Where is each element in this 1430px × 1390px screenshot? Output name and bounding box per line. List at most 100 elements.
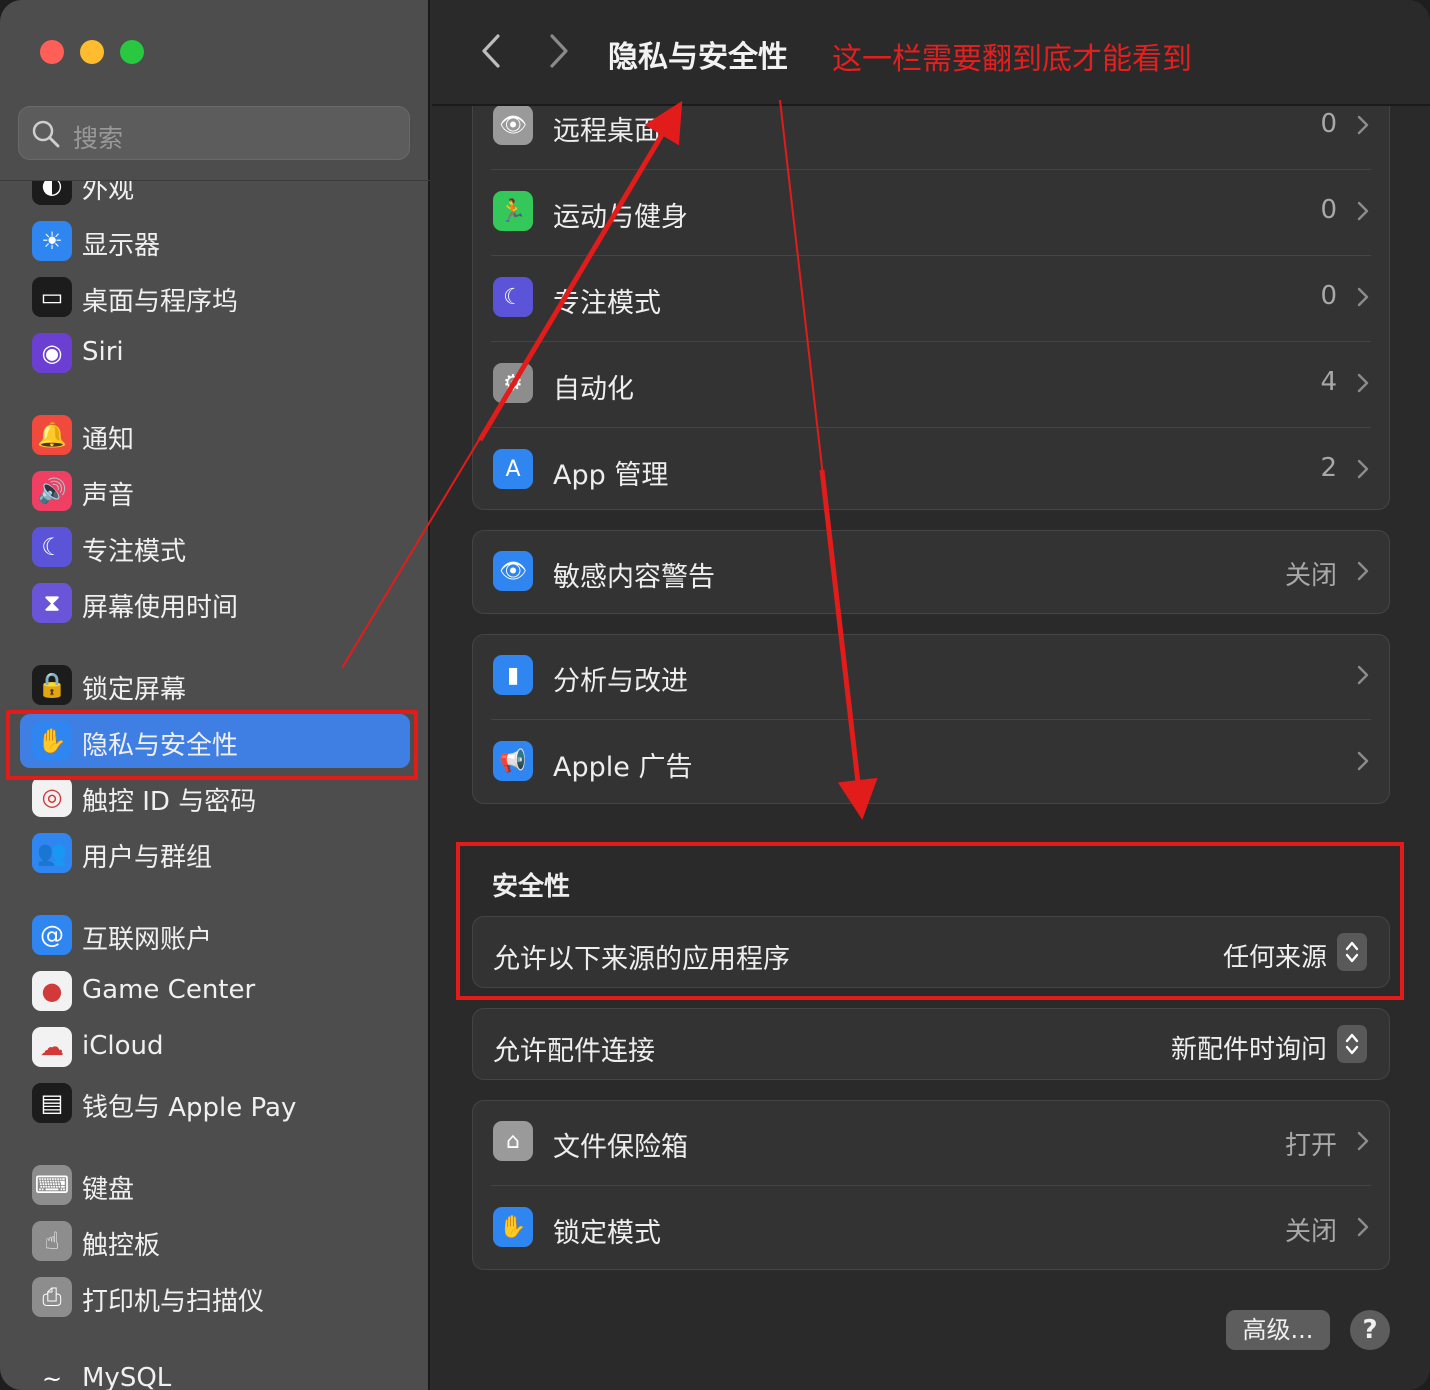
gears-icon: ⚙ <box>493 363 533 403</box>
row-label: 分析与改进 <box>553 666 688 697</box>
sidebar-item-notifications[interactable]: 🔔 通知 <box>20 408 410 462</box>
chevron-right-icon <box>1357 287 1369 307</box>
sidebar-item-label: 声音 <box>82 481 135 511</box>
sidebar-item-label: 屏幕使用时间 <box>82 593 239 623</box>
row-label: App 管理 <box>553 460 669 491</box>
sidebar-item-label: 专注模式 <box>82 537 187 567</box>
users-icon: 👥 <box>32 833 72 873</box>
sidebar-item-label: Game Center <box>82 975 256 1005</box>
house-lock-icon: ⌂ <box>493 1121 533 1161</box>
sidebar-item-displays[interactable]: ☀ 显示器 <box>20 214 410 268</box>
search-icon <box>32 120 60 148</box>
sidebar-item-appearance[interactable]: ◐ 外观 <box>20 181 410 212</box>
chevron-right-icon <box>1357 751 1369 771</box>
sidebar-item-label: 触控板 <box>82 1231 161 1261</box>
annotation-highlight-sidebar <box>6 710 418 780</box>
sidebar-item-internet-accounts[interactable]: @ 互联网账户 <box>20 908 410 962</box>
sidebar: 搜索 ◐ 外观 ☀ 显示器 ▭ 桌面与程序坞 ◉ Siri 🔔 通知 🔊 声音 ☾ 专注模式 ⧗ 屏幕使用时间… <box>0 0 430 1390</box>
row-value: 2 <box>1320 453 1337 483</box>
close-window-button[interactable] <box>40 40 64 64</box>
sidebar-item-desktop-dock[interactable]: ▭ 桌面与程序坞 <box>20 270 410 324</box>
allow-accessories-value[interactable]: 新配件时询问 <box>1171 1029 1327 1066</box>
sidebar-item-game-center[interactable]: ● Game Center <box>20 964 410 1018</box>
moon-icon: ☾ <box>493 277 533 317</box>
sidebar-item-label: 桌面与程序坞 <box>82 287 239 317</box>
sidebar-item-label: 互联网账户 <box>82 925 213 955</box>
speaker-icon: 🔊 <box>32 471 72 511</box>
help-button[interactable]: ? <box>1350 1310 1390 1350</box>
sidebar-item-wallet[interactable]: ▤ 钱包与 Apple Pay <box>20 1076 410 1130</box>
allow-accessories-row[interactable]: 允许配件连接 新配件时询问 <box>473 1003 1389 1089</box>
keyboard-icon: ⌨ <box>32 1165 72 1205</box>
advanced-button[interactable]: 高级... <box>1226 1310 1330 1350</box>
row-value: 打开 <box>1284 1131 1337 1161</box>
sidebar-item-label: 触控 ID 与密码 <box>82 787 257 817</box>
row-label: 自动化 <box>553 374 634 405</box>
settings-row[interactable]: ✋ 锁定模式 关闭 <box>473 1185 1389 1271</box>
zoom-window-button[interactable] <box>120 40 144 64</box>
hand-icon: ✋ <box>493 1207 533 1247</box>
settings-row[interactable]: 🏃 运动与健身 0 <box>473 169 1389 255</box>
settings-row[interactable]: 📢 Apple 广告 <box>473 719 1389 805</box>
sidebar-item-trackpad[interactable]: ☝ 触控板 <box>20 1214 410 1268</box>
sidebar-item-sound[interactable]: 🔊 声音 <box>20 464 410 518</box>
settings-row[interactable]: 👁 敏感内容警告 关闭 <box>473 529 1389 615</box>
settings-row[interactable]: A App 管理 2 <box>473 427 1389 513</box>
appearance-icon: ◐ <box>32 181 72 205</box>
sidebar-item-lock-screen[interactable]: 🔒 锁定屏幕 <box>20 658 410 712</box>
back-button[interactable] <box>472 28 512 74</box>
fitness-icon: 🏃 <box>493 191 533 231</box>
sidebar-item-users[interactable]: 👥 用户与群组 <box>20 826 410 880</box>
sidebar-item-label: 锁定屏幕 <box>82 675 187 705</box>
sidebar-item-label: 通知 <box>82 425 135 455</box>
permissions-group: 👁 远程桌面 0 🏃 运动与健身 0 ☾ 专注模式 0 ⚙ 自动化 4 A App 管理 2 <box>472 106 1390 510</box>
settings-row[interactable]: 👁 远程桌面 0 <box>473 106 1389 169</box>
row-label: 敏感内容警告 <box>553 562 715 593</box>
sidebar-item-label: 打印机与扫描仪 <box>82 1287 265 1317</box>
settings-row[interactable]: ⚙ 自动化 4 <box>473 341 1389 427</box>
row-value: 0 <box>1320 281 1337 311</box>
toolbar: 隐私与安全性 这一栏需要翻到底才能看到 <box>432 0 1430 106</box>
sidebar-item-screen-time[interactable]: ⧗ 屏幕使用时间 <box>20 576 410 630</box>
chevron-right-icon <box>1357 459 1369 479</box>
sidebar-item-icloud[interactable]: ☁ iCloud <box>20 1020 410 1074</box>
search-input[interactable]: 搜索 <box>18 106 410 160</box>
annotation-highlight-security <box>456 842 1404 1000</box>
row-value: 0 <box>1320 109 1337 139</box>
sidebar-item-focus[interactable]: ☾ 专注模式 <box>20 520 410 574</box>
allow-accessories-label: 允许配件连接 <box>493 1036 655 1067</box>
cloud-icon: ☁ <box>32 1027 72 1067</box>
hourglass-icon: ⧗ <box>32 583 72 623</box>
search-placeholder: 搜索 <box>73 124 124 153</box>
filevault-group: ⌂ 文件保险箱 打开 ✋ 锁定模式 关闭 <box>472 1100 1390 1270</box>
sidebar-item-printers[interactable]: ⎙ 打印机与扫描仪 <box>20 1270 410 1324</box>
minimize-window-button[interactable] <box>80 40 104 64</box>
settings-row[interactable]: ▮ 分析与改进 <box>473 633 1389 719</box>
trackpad-icon: ☝ <box>32 1221 72 1261</box>
chevron-right-icon <box>1357 115 1369 135</box>
sidebar-item-siri[interactable]: ◉ Siri <box>20 326 410 380</box>
mysql-icon: ~ <box>32 1359 72 1390</box>
dock-icon: ▭ <box>32 277 72 317</box>
eye-warning-icon: 👁 <box>493 551 533 591</box>
app-store-icon: A <box>493 449 533 489</box>
sensitive-content-group: 👁 敏感内容警告 关闭 <box>472 530 1390 614</box>
settings-row[interactable]: ☾ 专注模式 0 <box>473 255 1389 341</box>
game-center-icon: ● <box>32 971 72 1011</box>
sidebar-item-label: iCloud <box>82 1031 164 1061</box>
siri-icon: ◉ <box>32 333 72 373</box>
page-title: 隐私与安全性 <box>608 40 788 75</box>
annotation-text: 这一栏需要翻到底才能看到 <box>832 42 1192 77</box>
row-value: 关闭 <box>1284 1217 1337 1247</box>
sidebar-item-mysql[interactable]: ~ MySQL <box>20 1352 410 1390</box>
sidebar-item-label: 用户与群组 <box>82 843 213 873</box>
sidebar-list: ◐ 外观 ☀ 显示器 ▭ 桌面与程序坞 ◉ Siri 🔔 通知 🔊 声音 ☾ 专注模式 ⧗ 屏幕使用时间 🔒 锁定… <box>0 181 428 1390</box>
printer-icon: ⎙ <box>32 1277 72 1317</box>
sidebar-item-keyboard[interactable]: ⌨ 键盘 <box>20 1158 410 1212</box>
settings-row[interactable]: ⌂ 文件保险箱 打开 <box>473 1099 1389 1185</box>
popup-stepper-icon[interactable] <box>1337 1025 1367 1063</box>
row-value: 0 <box>1320 195 1337 225</box>
row-value: 关闭 <box>1284 561 1337 591</box>
row-label: Apple 广告 <box>553 752 693 783</box>
forward-button[interactable] <box>538 28 578 74</box>
